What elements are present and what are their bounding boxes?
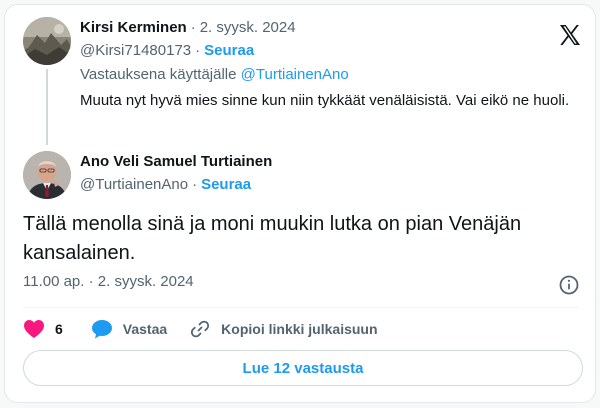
speech-bubble-icon bbox=[91, 319, 113, 339]
embedded-tweet-card: Kirsi Kerminen · 2. syysk. 2024 @Kirsi7148… bbox=[4, 4, 596, 403]
avatar[interactable] bbox=[23, 17, 71, 65]
separator: · bbox=[192, 176, 198, 193]
reply-context: Vastauksena käyttäjälle @TurtiainenAno bbox=[80, 66, 349, 83]
heart-icon bbox=[23, 319, 45, 339]
action-bar: 6 Vastaa Kopioi linkki julkaisuun bbox=[23, 316, 400, 342]
parent-date[interactable]: 2. syysk. 2024 bbox=[200, 19, 296, 36]
separator: · bbox=[190, 19, 196, 36]
separator: · bbox=[195, 42, 201, 59]
tweet-handle-row: @TurtiainenAno · Seuraa bbox=[80, 176, 251, 194]
parent-follow-button[interactable]: Seuraa bbox=[204, 42, 254, 59]
thread-connector-line bbox=[46, 69, 48, 145]
reply-to-link[interactable]: @TurtiainenAno bbox=[241, 66, 349, 83]
tweet-author-row: Ano Veli Samuel Turtiainen bbox=[80, 153, 272, 171]
tweet-text: Tällä menolla sinä ja moni muukin lutka … bbox=[23, 213, 522, 264]
reply-button[interactable]: Vastaa bbox=[91, 319, 167, 339]
tweet-timestamp[interactable]: 11.00 ap. · 2. syysk. 2024 bbox=[23, 273, 194, 290]
x-logo-icon[interactable] bbox=[558, 23, 582, 47]
avatar[interactable] bbox=[23, 151, 71, 199]
reply-prefix: Vastauksena käyttäjälle bbox=[80, 66, 237, 83]
reply-label: Vastaa bbox=[122, 321, 168, 337]
info-icon[interactable] bbox=[558, 274, 580, 296]
parent-header: Kirsi Kerminen · 2. syysk. 2024 bbox=[80, 19, 296, 37]
copy-link-button[interactable]: Kopioi linkki julkaisuun bbox=[189, 318, 378, 340]
tweet-handle[interactable]: @TurtiainenAno bbox=[80, 176, 188, 193]
copy-link-label: Kopioi linkki julkaisuun bbox=[221, 321, 378, 337]
tweet-follow-button[interactable]: Seuraa bbox=[201, 176, 251, 193]
tweet-author-name[interactable]: Ano Veli Samuel Turtiainen bbox=[80, 153, 272, 170]
link-icon bbox=[189, 318, 211, 340]
parent-author-name[interactable]: Kirsi Kerminen bbox=[80, 19, 187, 36]
parent-handle[interactable]: @Kirsi71480173 bbox=[80, 42, 191, 59]
parent-tweet-text: Muuta nyt hyvä mies sinne kun niin tykkä… bbox=[80, 92, 570, 109]
read-replies-label: Lue 12 vastausta bbox=[242, 359, 364, 377]
read-replies-button[interactable]: Lue 12 vastausta bbox=[23, 350, 583, 386]
divider bbox=[23, 307, 579, 308]
like-count: 6 bbox=[55, 321, 63, 337]
like-button[interactable]: 6 bbox=[23, 319, 63, 339]
parent-handle-row: @Kirsi71480173 · Seuraa bbox=[80, 42, 254, 60]
